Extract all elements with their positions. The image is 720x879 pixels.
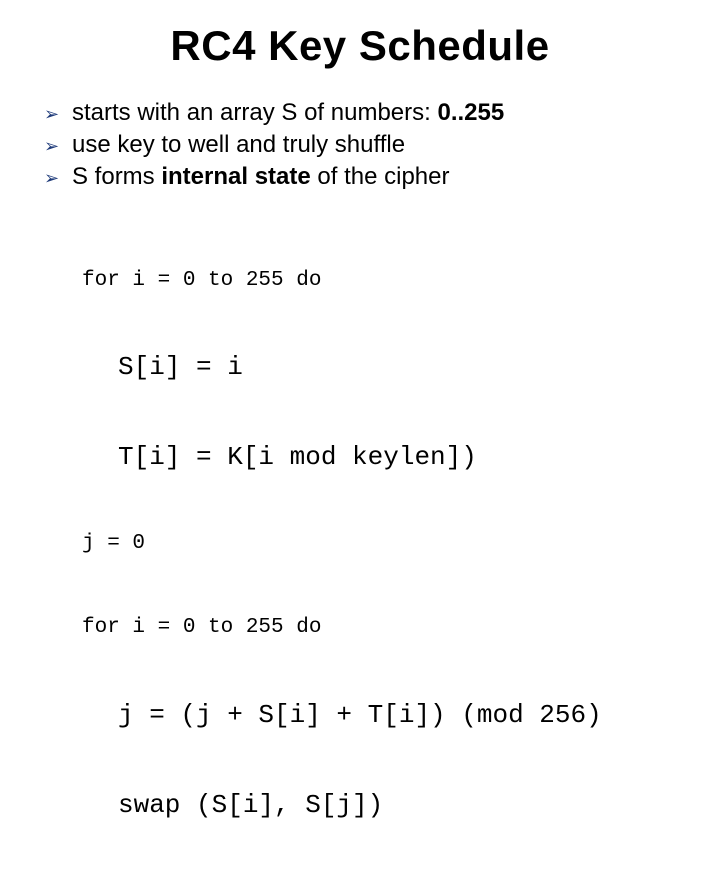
code-line: j = 0 [82,531,680,557]
text-run: S forms [72,163,161,190]
code-block: for i = 0 to 255 do S[i] = i T[i] = K[i … [82,210,680,879]
code-line: for i = 0 to 255 do [82,268,680,294]
slide-title: RC4 Key Schedule [40,22,680,70]
list-item: ➢ use key to well and truly shuffle [44,130,680,160]
list-item: ➢ starts with an array S of numbers: 0..… [44,98,680,128]
code-line: S[i] = i [82,351,680,384]
text-bold: 0..255 [437,99,504,126]
chevron-right-icon: ➢ [44,162,72,190]
text-run: starts with an array S of numbers: [72,99,437,126]
code-line: T[i] = K[i mod keylen]) [82,441,680,474]
list-item: ➢ S forms internal state of the cipher [44,162,680,192]
bullet-list: ➢ starts with an array S of numbers: 0..… [40,98,680,192]
chevron-right-icon: ➢ [44,130,72,158]
bullet-text: S forms internal state of the cipher [72,162,449,192]
code-line: for i = 0 to 255 do [82,615,680,641]
bullet-text: starts with an array S of numbers: 0..25… [72,98,504,128]
bullet-text: use key to well and truly shuffle [72,130,405,160]
text-bold: internal state [161,163,310,190]
text-run: of the cipher [311,163,450,190]
code-line: swap (S[i], S[j]) [82,789,680,822]
code-line: j = (j + S[i] + T[i]) (mod 256) [82,699,680,732]
chevron-right-icon: ➢ [44,98,72,126]
slide: RC4 Key Schedule ➢ starts with an array … [0,0,720,540]
